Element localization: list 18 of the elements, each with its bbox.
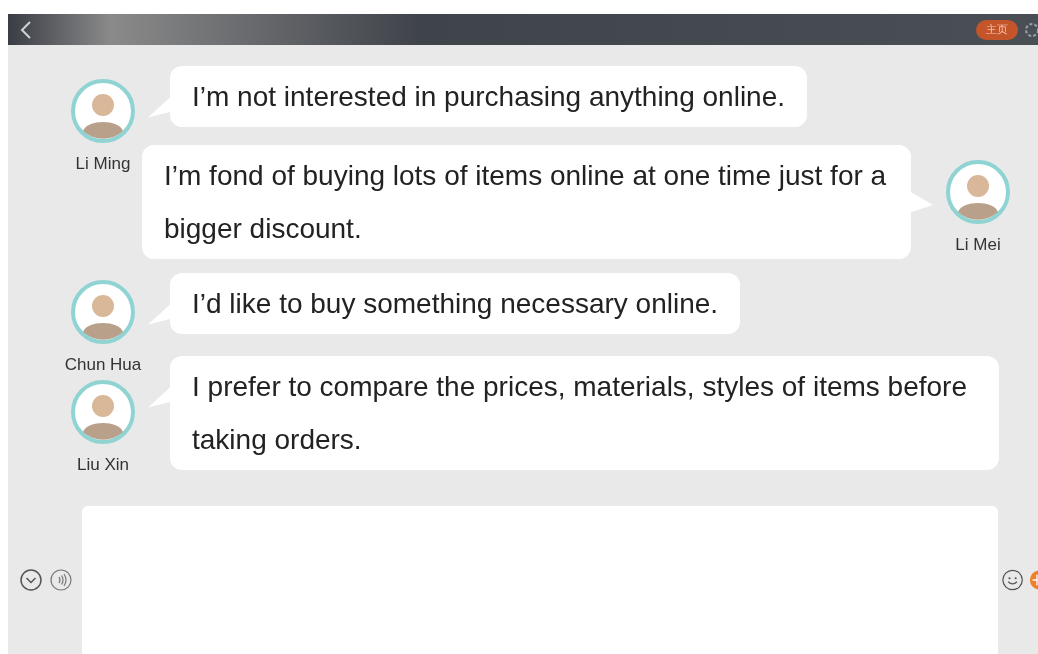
user-name: Li Ming bbox=[75, 153, 131, 175]
chevron-down-icon[interactable] bbox=[20, 569, 42, 591]
voice-icon[interactable] bbox=[50, 569, 72, 591]
message-bubble: I’m not interested in purchasing anything online. bbox=[170, 66, 808, 127]
avatar bbox=[71, 380, 135, 444]
emoji-icon[interactable] bbox=[1002, 568, 1024, 592]
user-name: Chun Hua bbox=[64, 354, 142, 376]
message-bubble: I’m fond of buying lots of items online at one time just for a bigger discount. bbox=[142, 145, 911, 259]
avatar bbox=[71, 280, 135, 344]
user-name: Liu Xin bbox=[77, 454, 129, 476]
avatar bbox=[71, 79, 135, 143]
message-bubble: I prefer to compare the prices, materials, styles of items before taking orders. bbox=[170, 356, 999, 470]
avatar bbox=[946, 160, 1010, 224]
user-name: Li Mei bbox=[955, 234, 1001, 256]
message-bubble: I’d like to buy something necessary online. bbox=[170, 273, 741, 334]
plus-icon[interactable] bbox=[1029, 568, 1038, 592]
home-button[interactable]: 主页 bbox=[976, 19, 1018, 40]
back-icon[interactable] bbox=[20, 20, 32, 39]
